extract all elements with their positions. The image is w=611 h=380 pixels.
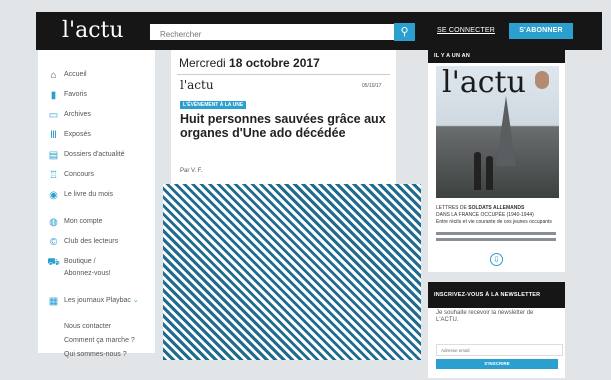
sidebar-item-label: Archives — [64, 111, 91, 118]
cover-text-line — [436, 232, 556, 235]
article-tag: L'ÉVÉNEMENT À LA UNE — [180, 101, 247, 109]
cover-logo: l'actu — [442, 66, 526, 100]
folder-icon: ▤ — [48, 150, 59, 161]
sidebar-item-archives[interactable]: ▭ Archives — [47, 109, 152, 125]
search-field[interactable] — [150, 24, 394, 43]
cover-caption: LETTRES DE SOLDATS ALLEMANDS DANS LA FRA… — [436, 205, 559, 226]
article-date-value: 18 octobre 2017 — [229, 56, 320, 70]
archive-icon: ▭ — [48, 110, 59, 121]
home-icon: ⌂ — [50, 70, 57, 81]
sidebar-item-label: Les journaux Playbac ⌄ — [64, 295, 139, 307]
search-button[interactable]: ⚲ — [394, 23, 415, 41]
cover-text-line — [436, 238, 556, 241]
sidebar-item-label: Concours — [64, 171, 94, 178]
contact-link[interactable]: Nous contacter — [64, 323, 111, 330]
sidebar-item-concours[interactable]: ♖ Concours — [47, 169, 152, 185]
sidebar-item-label-2: Abonnez-vous! — [64, 270, 111, 277]
about-link[interactable]: Qui sommes-nous ? — [64, 351, 127, 358]
article-date-prefix: Mercredi — [179, 56, 226, 70]
newsletter-title: INSCRIVEZ-VOUS À LA NEWSLETTER — [428, 282, 565, 308]
eiffel-tower — [496, 96, 516, 166]
newsletter-email-input[interactable] — [436, 344, 563, 356]
article-card[interactable]: Mercredi 18 octobre 2017 l'actu 05/10/17… — [171, 50, 396, 190]
article-date: Mercredi 18 octobre 2017 — [179, 56, 320, 70]
sidebar-item-accueil[interactable]: ⌂ Accueil — [47, 69, 152, 85]
pattern-placeholder — [163, 184, 421, 360]
sidebar-item-label: Dossiers d'actualité — [64, 151, 125, 158]
newspaper-icon: ▦ — [48, 296, 59, 307]
sidebar-item-label: Boutique / — [64, 258, 96, 265]
article-title[interactable]: Huit personnes sauvées grâce aux organes… — [180, 112, 390, 140]
cover-caption-line2: DANS LA FRANCE OCCUPÉE (1940-1944) — [436, 212, 534, 218]
login-link[interactable]: SE CONNECTER — [437, 27, 495, 34]
search-input[interactable] — [150, 26, 378, 43]
article-author: Par V. F. — [180, 168, 203, 174]
user-icon: ◍ — [49, 217, 58, 228]
cover-caption-line3: Entre récits et vie courante de ces jeun… — [436, 219, 552, 225]
cart-icon: ⛟ — [47, 257, 60, 268]
sidebar-item-exposes[interactable]: Ⅲ Exposés — [47, 129, 152, 145]
newsletter-text: Je souhaite recevoir la newsletter de L'… — [436, 310, 534, 323]
library-icon: Ⅲ — [50, 130, 57, 141]
soldier-figure — [474, 152, 481, 190]
site-logo[interactable]: l'actu — [62, 18, 124, 44]
article-issue-id: 05/10/17 — [362, 83, 382, 89]
sidebar-item-label: Le livre du mois — [64, 191, 114, 198]
magnifier-icon: ⚲ — [400, 26, 409, 38]
soldier-figure — [486, 156, 493, 190]
cover-caption-prefix: LETTRES DE — [436, 205, 469, 211]
how-it-works-link[interactable]: Comment ça marche ? — [64, 337, 135, 344]
sidebar-item-label: Accueil — [64, 71, 87, 78]
newsletter-subscribe-button[interactable]: S'INSCRIRE — [436, 359, 558, 369]
chevron-down-icon: ⌄ — [132, 297, 139, 304]
sidebar-item-boutique[interactable]: ⛟ Boutique / Abonnez-vous! — [47, 256, 152, 280]
sidebar-item-livre[interactable]: ◉ Le livre du mois — [47, 189, 152, 205]
sidebar-item-dossiers[interactable]: ▤ Dossiers d'actualité — [47, 149, 152, 165]
divider — [177, 74, 390, 75]
sidebar-item-label: Exposés — [64, 131, 91, 138]
sidebar-item-label: Favoris — [64, 91, 87, 98]
sidebar-item-favoris[interactable]: ▮ Favoris — [47, 89, 152, 105]
club-icon: © — [49, 237, 58, 248]
trophy-icon: ♖ — [49, 170, 58, 181]
anniversary-cover[interactable]: l'actu — [436, 66, 559, 198]
download-icon[interactable]: ⇩ — [490, 253, 503, 266]
sidebar-item-label: Club des lecteurs — [64, 238, 119, 245]
sidebar-item-label-group: Boutique / Abonnez-vous! — [64, 256, 111, 280]
subscribe-button[interactable]: S'ABONNER — [509, 23, 573, 39]
book-icon: ◉ — [49, 190, 58, 201]
sidebar-item-club[interactable]: © Club des lecteurs — [47, 236, 152, 252]
sidebar-item-label-text: Les journaux Playbac — [64, 297, 131, 304]
sidebar-item-compte[interactable]: ◍ Mon compte — [47, 216, 152, 232]
anniversary-title: IL Y A UN AN — [428, 50, 565, 63]
article-logo: l'actu — [180, 78, 214, 92]
sidebar-item-journaux[interactable]: ▦ Les journaux Playbac ⌄ — [47, 295, 152, 311]
bookmark-icon: ▮ — [50, 90, 57, 101]
sidebar-item-label: Mon compte — [64, 218, 103, 225]
cover-caption-bold: SOLDATS ALLEMANDS — [468, 205, 525, 211]
cover-photo-face — [535, 71, 549, 89]
